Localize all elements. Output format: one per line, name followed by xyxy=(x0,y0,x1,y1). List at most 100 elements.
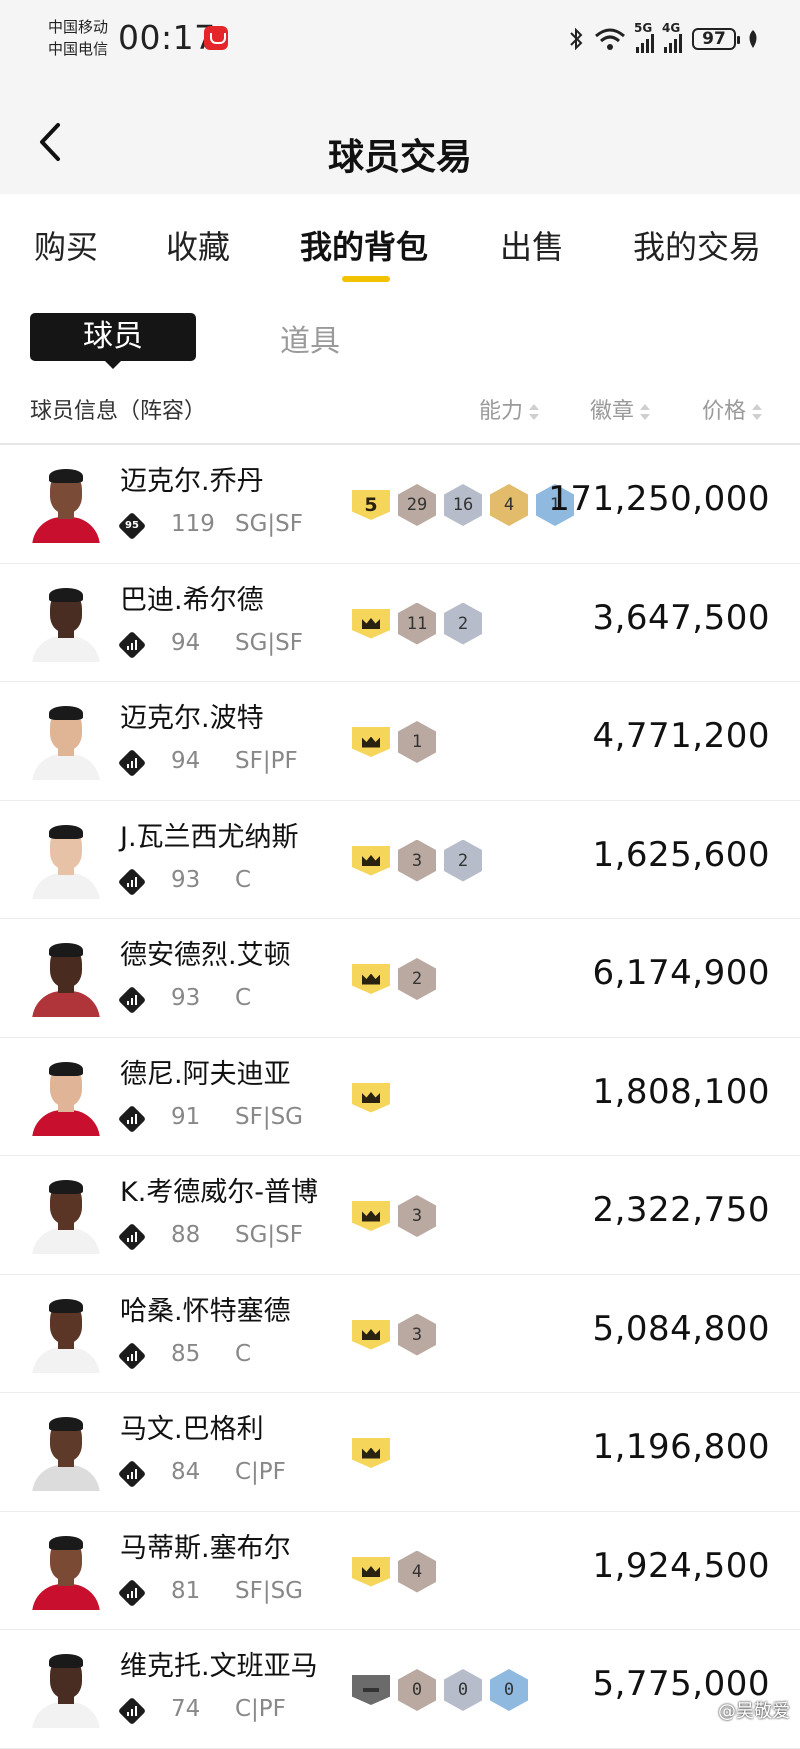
active-tab-indicator xyxy=(342,276,390,282)
player-price: 4,771,200 xyxy=(592,716,770,756)
leaf-icon xyxy=(749,30,757,48)
player-avatar xyxy=(30,1413,102,1491)
subtab-player[interactable]: 球员 xyxy=(30,313,196,369)
bronze-badge-hex: 3 xyxy=(398,839,436,882)
player-name: 哈桑.怀特塞德 xyxy=(120,1295,291,1327)
sort-badges-label: 徽章 xyxy=(590,399,635,424)
player-overall: 88 xyxy=(171,1222,201,1248)
sort-arrows-icon xyxy=(752,403,763,421)
tab-my-bag[interactable]: 我的背包 xyxy=(300,222,428,268)
player-row[interactable]: 迈克尔.波特 94 SF|PF 1 4,771,200 xyxy=(0,682,800,801)
player-name: K.考德威尔-普博 xyxy=(120,1177,319,1208)
system-icons: 5G 4G 97 xyxy=(568,21,760,54)
crown-icon xyxy=(362,1447,380,1459)
player-name: 马蒂斯.塞布尔 xyxy=(120,1532,291,1564)
player-avatar xyxy=(30,465,102,543)
player-row[interactable]: J.瓦兰西尤纳斯 93 C 3 2 1,625,600 xyxy=(0,801,800,919)
player-avatar xyxy=(30,1176,102,1254)
player-row[interactable]: K.考德威尔-普博 88 SG|SF 3 2,322,750 xyxy=(0,1156,800,1275)
tab-buy[interactable]: 购买 xyxy=(34,222,98,268)
tab-my-trades[interactable]: 我的交易 xyxy=(633,222,761,268)
player-name: 迈克尔.波特 xyxy=(120,703,264,734)
badge-list: 3 xyxy=(352,1313,436,1356)
tab-favorites[interactable]: 收藏 xyxy=(166,222,230,268)
player-position: C xyxy=(235,985,252,1011)
badge-list: 11 2 xyxy=(352,602,482,645)
crown-shield-icon xyxy=(352,1201,390,1231)
blue-badge-hex: 0 xyxy=(490,1669,528,1711)
player-overall: 93 xyxy=(171,866,201,893)
player-row[interactable]: 迈克尔.乔丹 95 119 SG|SF 5 29 16 4 1 171,250,000 xyxy=(0,445,800,564)
tier-bars-icon xyxy=(122,753,142,773)
tab-sell[interactable]: 出售 xyxy=(500,222,564,268)
crown-shield-icon xyxy=(352,1438,390,1468)
main-tabs: 购买 收藏 我的背包 出售 我的交易 xyxy=(0,194,800,290)
tier-number: 95 xyxy=(125,520,139,531)
player-overall: 84 xyxy=(171,1459,201,1485)
player-avatar xyxy=(30,939,102,1017)
player-name: 马文.巴格利 xyxy=(120,1414,264,1445)
subtab-items[interactable]: 道具 xyxy=(280,316,340,360)
player-avatar xyxy=(30,1058,102,1136)
tier-bars-icon xyxy=(122,1227,142,1247)
player-position: C xyxy=(235,1340,252,1367)
player-name: J.瓦兰西尤纳斯 xyxy=(120,821,299,853)
player-overall: 94 xyxy=(171,748,201,774)
tier-bars-icon xyxy=(122,1109,142,1129)
empty-shield-icon xyxy=(352,1675,390,1705)
crown-icon xyxy=(362,1210,380,1222)
crown-icon xyxy=(362,973,380,985)
player-name: 德尼.阿夫迪亚 xyxy=(120,1058,291,1090)
player-avatar xyxy=(30,1650,102,1728)
player-list: 迈克尔.乔丹 95 119 SG|SF 5 29 16 4 1 171,250,000 巴迪.希尔德… xyxy=(0,445,800,1749)
sort-badges[interactable]: 徽章 xyxy=(590,393,651,425)
player-position: C|PF xyxy=(235,1696,286,1722)
player-row[interactable]: 马蒂斯.塞布尔 81 SF|SG 4 1,924,500 xyxy=(0,1512,800,1630)
crown-shield-icon xyxy=(352,608,390,639)
player-row[interactable]: 哈桑.怀特塞德 85 C 3 5,084,800 xyxy=(0,1275,800,1393)
badge-list: 1 xyxy=(352,721,436,763)
sort-arrows-icon xyxy=(640,403,651,421)
player-row[interactable]: 德尼.阿夫迪亚 91 SF|SG 1,808,100 xyxy=(0,1038,800,1156)
battery-icon: 97 xyxy=(692,28,740,50)
header: 球员交易 xyxy=(0,80,800,194)
player-avatar xyxy=(30,702,102,780)
crown-icon xyxy=(362,1092,380,1103)
player-row[interactable]: 德安德烈.艾顿 93 C 2 6,174,900 xyxy=(0,919,800,1038)
bronze-badge-hex: 3 xyxy=(398,1313,436,1356)
tier-bars-icon xyxy=(122,872,142,892)
tier-bars-icon xyxy=(122,990,142,1010)
bronze-badge-hex: 29 xyxy=(398,484,436,526)
sort-price-label: 价格 xyxy=(702,399,747,424)
player-overall: 85 xyxy=(171,1340,201,1367)
signal-4g-icon: 4G xyxy=(662,21,682,53)
sort-ability[interactable]: 能力 xyxy=(479,393,540,425)
tier-bars-icon xyxy=(122,1464,142,1484)
bronze-badge-hex: 0 xyxy=(398,1669,436,1711)
carrier-1: 中国移动 xyxy=(48,18,109,36)
player-row[interactable]: 巴迪.希尔德 94 SG|SF 11 2 3,647,500 xyxy=(0,564,800,682)
player-position: SG|SF xyxy=(235,629,304,656)
player-position: SF|SG xyxy=(235,1103,304,1130)
player-row[interactable]: 马文.巴格利 84 C|PF 1,196,800 xyxy=(0,1393,800,1512)
player-name: 迈克尔.乔丹 xyxy=(120,466,264,497)
player-name: 巴迪.希尔德 xyxy=(120,584,264,616)
sort-price[interactable]: 价格 xyxy=(702,393,763,425)
dash-icon xyxy=(363,1688,379,1692)
player-position: C xyxy=(235,866,252,893)
crown-shield-icon xyxy=(352,845,390,876)
badge-list xyxy=(352,1078,390,1118)
player-row[interactable]: 维克托.文班亚马 74 C|PF 0 0 0 5,775,000 xyxy=(0,1630,800,1749)
tier-bars-icon xyxy=(122,635,142,655)
player-avatar xyxy=(30,821,102,899)
sort-arrows-icon xyxy=(529,403,540,421)
player-price: 1,625,600 xyxy=(592,834,770,875)
carrier-2: 中国电信 xyxy=(48,40,109,58)
player-price: 1,924,500 xyxy=(592,1545,770,1586)
gold-badge-hex: 4 xyxy=(490,484,528,526)
bronze-badge-hex: 2 xyxy=(398,958,436,1000)
player-avatar xyxy=(30,1295,102,1373)
player-overall: 91 xyxy=(171,1103,201,1130)
status-bar: 中国移动 中国电信 00:17 5G 4G 97 xyxy=(0,0,800,80)
player-position: SF|SG xyxy=(235,1577,304,1604)
